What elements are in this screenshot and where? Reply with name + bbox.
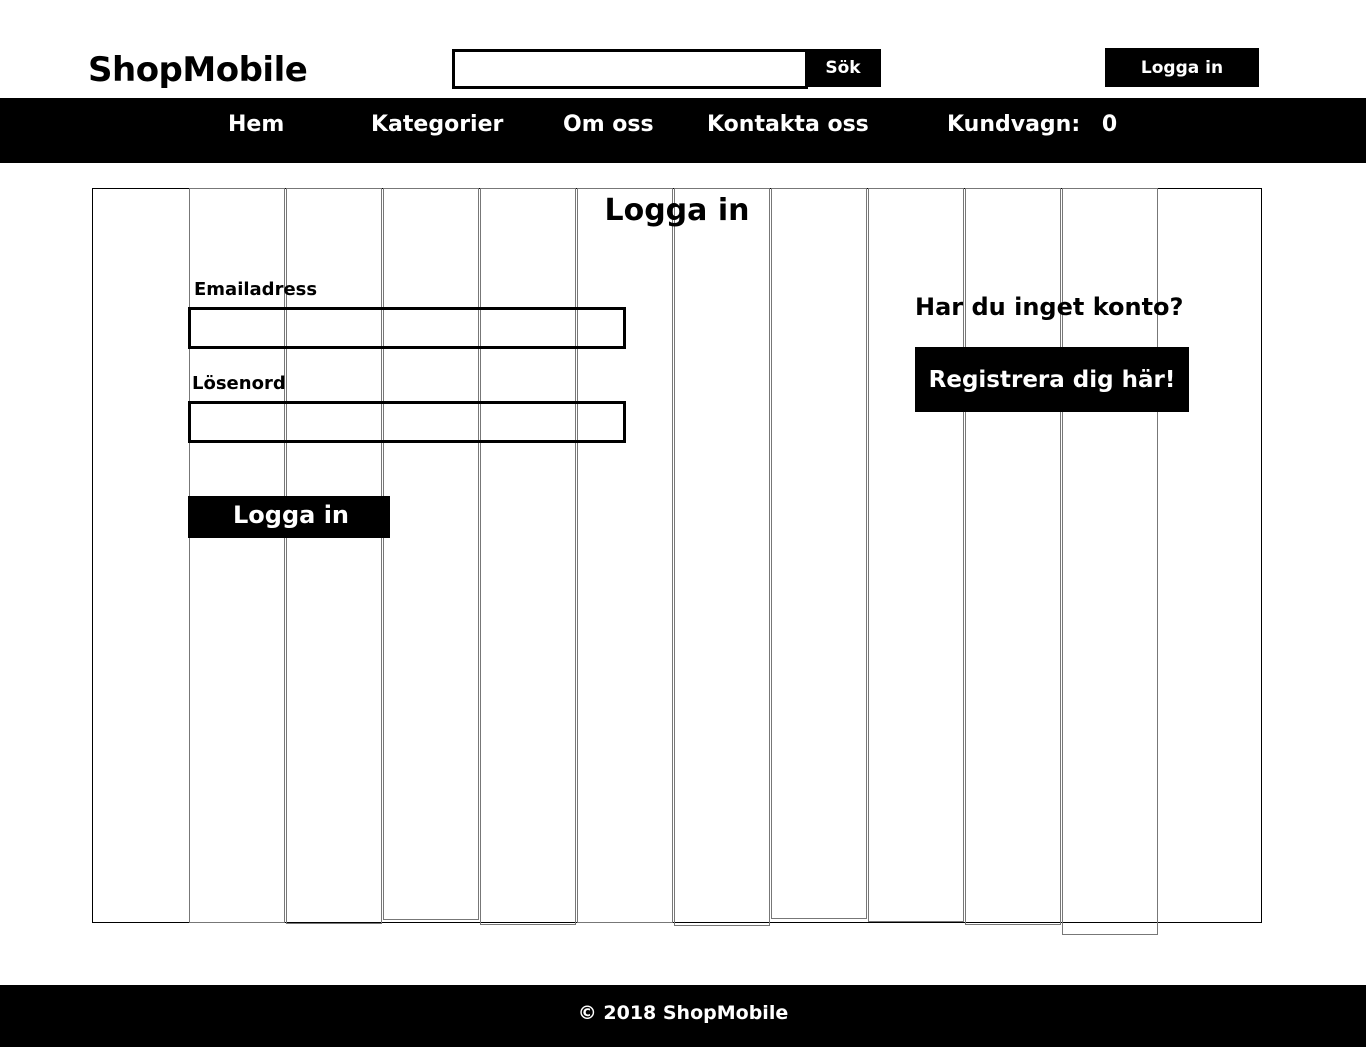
nav-item-about[interactable]: Om oss: [563, 112, 654, 137]
password-label: Lösenord: [192, 373, 286, 394]
email-label: Emailadress: [194, 279, 318, 300]
search-button[interactable]: Sök: [805, 49, 881, 87]
nav-item-contact[interactable]: Kontakta oss: [707, 112, 869, 137]
copyright-text: © 2018 ShopMobile: [577, 1002, 789, 1024]
login-submit-button[interactable]: Logga in: [188, 496, 390, 538]
grid-column: [577, 188, 673, 923]
header-login-button[interactable]: Logga in: [1105, 48, 1259, 87]
nav-item-cart[interactable]: Kundvagn: 0: [947, 112, 1117, 137]
cart-label: Kundvagn:: [947, 112, 1081, 137]
register-button[interactable]: Registrera dig här!: [915, 347, 1189, 412]
grid-column: [674, 188, 770, 926]
page-title: Logga in: [604, 193, 750, 228]
no-account-prompt: Har du inget konto?: [915, 293, 1184, 321]
search-input[interactable]: [452, 49, 808, 89]
email-field[interactable]: [188, 307, 626, 349]
nav-item-categories[interactable]: Kategorier: [371, 112, 503, 137]
grid-column: [771, 188, 867, 919]
site-logo[interactable]: ShopMobile: [88, 50, 308, 90]
main-nav: Hem Kategorier Om oss Kontakta oss Kundv…: [0, 98, 1366, 163]
grid-column: [480, 188, 576, 925]
nav-item-home[interactable]: Hem: [228, 112, 284, 137]
cart-count: 0: [1101, 112, 1118, 137]
login-panel: Logga in Emailadress Lösenord Logga in H…: [92, 188, 1262, 935]
grid-column: [383, 188, 479, 920]
footer: © 2018 ShopMobile: [0, 985, 1366, 1047]
password-field[interactable]: [188, 401, 626, 443]
